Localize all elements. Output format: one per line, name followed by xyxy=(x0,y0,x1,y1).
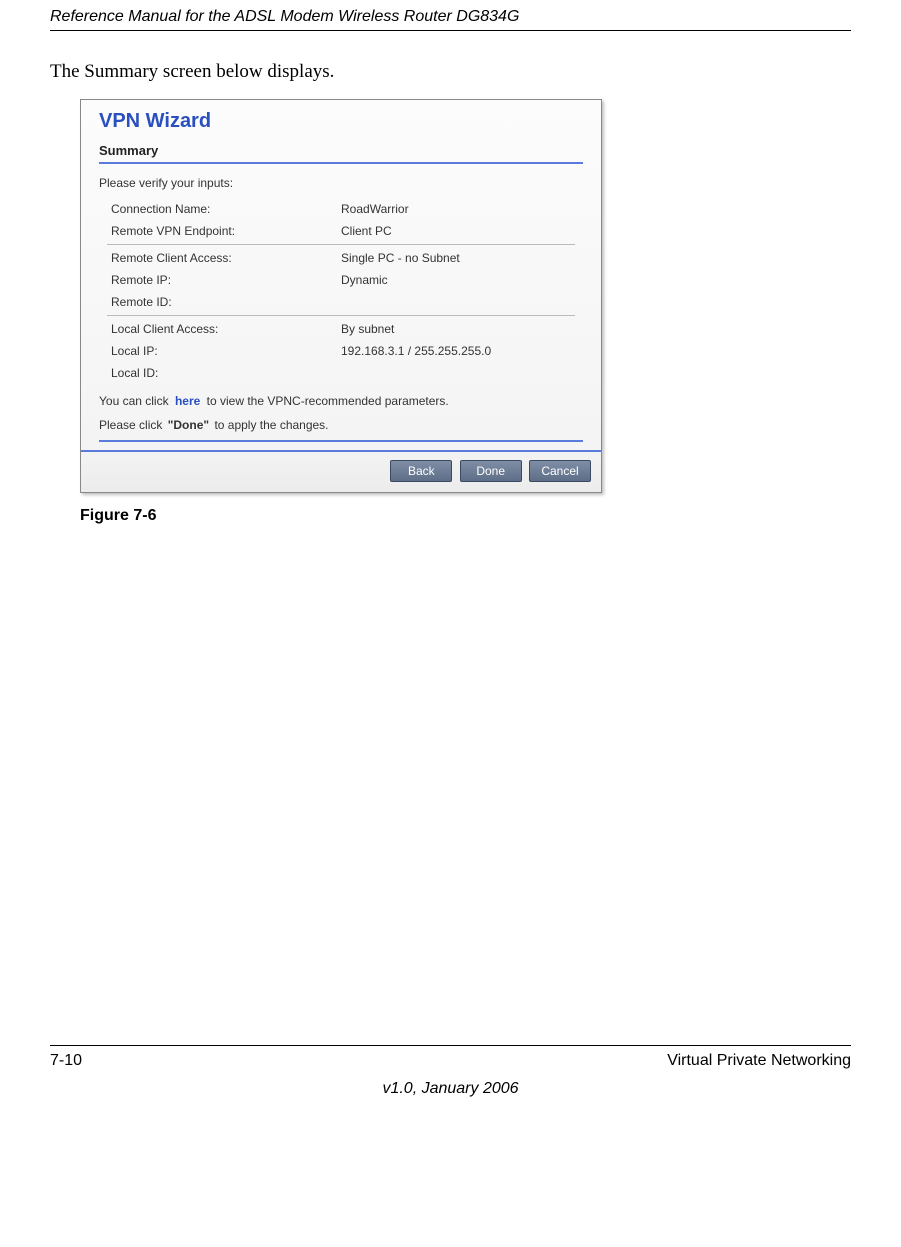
summary-value: 192.168.3.1 / 255.255.255.0 xyxy=(341,344,583,358)
summary-key: Remote VPN Endpoint: xyxy=(99,224,341,238)
summary-key: Remote Client Access: xyxy=(99,251,341,265)
divider xyxy=(99,162,583,164)
summary-key: Connection Name: xyxy=(99,202,341,216)
wizard-button-bar: Back Done Cancel xyxy=(81,450,601,492)
intro-text: The Summary screen below displays. xyxy=(50,61,851,83)
summary-key: Local ID: xyxy=(99,366,341,380)
hint-text: to apply the changes. xyxy=(214,418,328,432)
hint-text: You can click xyxy=(99,394,169,408)
doc-version: v1.0, January 2006 xyxy=(50,1080,851,1098)
summary-value: Single PC - no Subnet xyxy=(341,251,583,265)
doc-header: Reference Manual for the ADSL Modem Wire… xyxy=(50,0,851,31)
divider xyxy=(99,440,583,442)
doc-footer: 7-10 Virtual Private Networking v1.0, Ja… xyxy=(50,1045,851,1098)
figure-label: Figure 7-6 xyxy=(80,507,851,525)
row-divider xyxy=(107,315,575,316)
summary-value xyxy=(341,295,583,309)
summary-heading: Summary xyxy=(99,143,583,158)
summary-value: Dynamic xyxy=(341,273,583,287)
hint-bold: "Done" xyxy=(166,418,211,432)
summary-key: Local IP: xyxy=(99,344,341,358)
summary-row: Connection Name:RoadWarrior xyxy=(99,198,583,220)
done-button[interactable]: Done xyxy=(460,460,522,482)
summary-value: Client PC xyxy=(341,224,583,238)
wizard-title: VPN Wizard xyxy=(99,110,583,133)
hint-done: Please click "Done" to apply the changes… xyxy=(99,418,583,432)
summary-row: Local Client Access:By subnet xyxy=(99,318,583,340)
summary-row: Local IP:192.168.3.1 / 255.255.255.0 xyxy=(99,340,583,362)
summary-value xyxy=(341,366,583,380)
row-divider xyxy=(107,244,575,245)
summary-key: Local Client Access: xyxy=(99,322,341,336)
vpn-wizard-summary-screenshot: VPN Wizard Summary Please verify your in… xyxy=(80,99,602,493)
summary-row: Remote VPN Endpoint:Client PC xyxy=(99,220,583,242)
summary-row: Local ID: xyxy=(99,362,583,384)
here-link[interactable]: here xyxy=(172,394,203,408)
summary-rows: Connection Name:RoadWarriorRemote VPN En… xyxy=(99,198,583,384)
hint-text: Please click xyxy=(99,418,162,432)
summary-value: By subnet xyxy=(341,322,583,336)
verify-label: Please verify your inputs: xyxy=(99,176,583,190)
hint-vpnc: You can click here to view the VPNC-reco… xyxy=(99,394,583,408)
summary-row: Remote IP:Dynamic xyxy=(99,269,583,291)
summary-key: Remote IP: xyxy=(99,273,341,287)
summary-row: Remote ID: xyxy=(99,291,583,313)
cancel-button[interactable]: Cancel xyxy=(529,460,591,482)
page-number: 7-10 xyxy=(50,1052,82,1070)
summary-row: Remote Client Access:Single PC - no Subn… xyxy=(99,247,583,269)
section-name: Virtual Private Networking xyxy=(667,1052,851,1070)
summary-key: Remote ID: xyxy=(99,295,341,309)
hint-text: to view the VPNC-recommended parameters. xyxy=(207,394,449,408)
summary-value: RoadWarrior xyxy=(341,202,583,216)
back-button[interactable]: Back xyxy=(390,460,452,482)
